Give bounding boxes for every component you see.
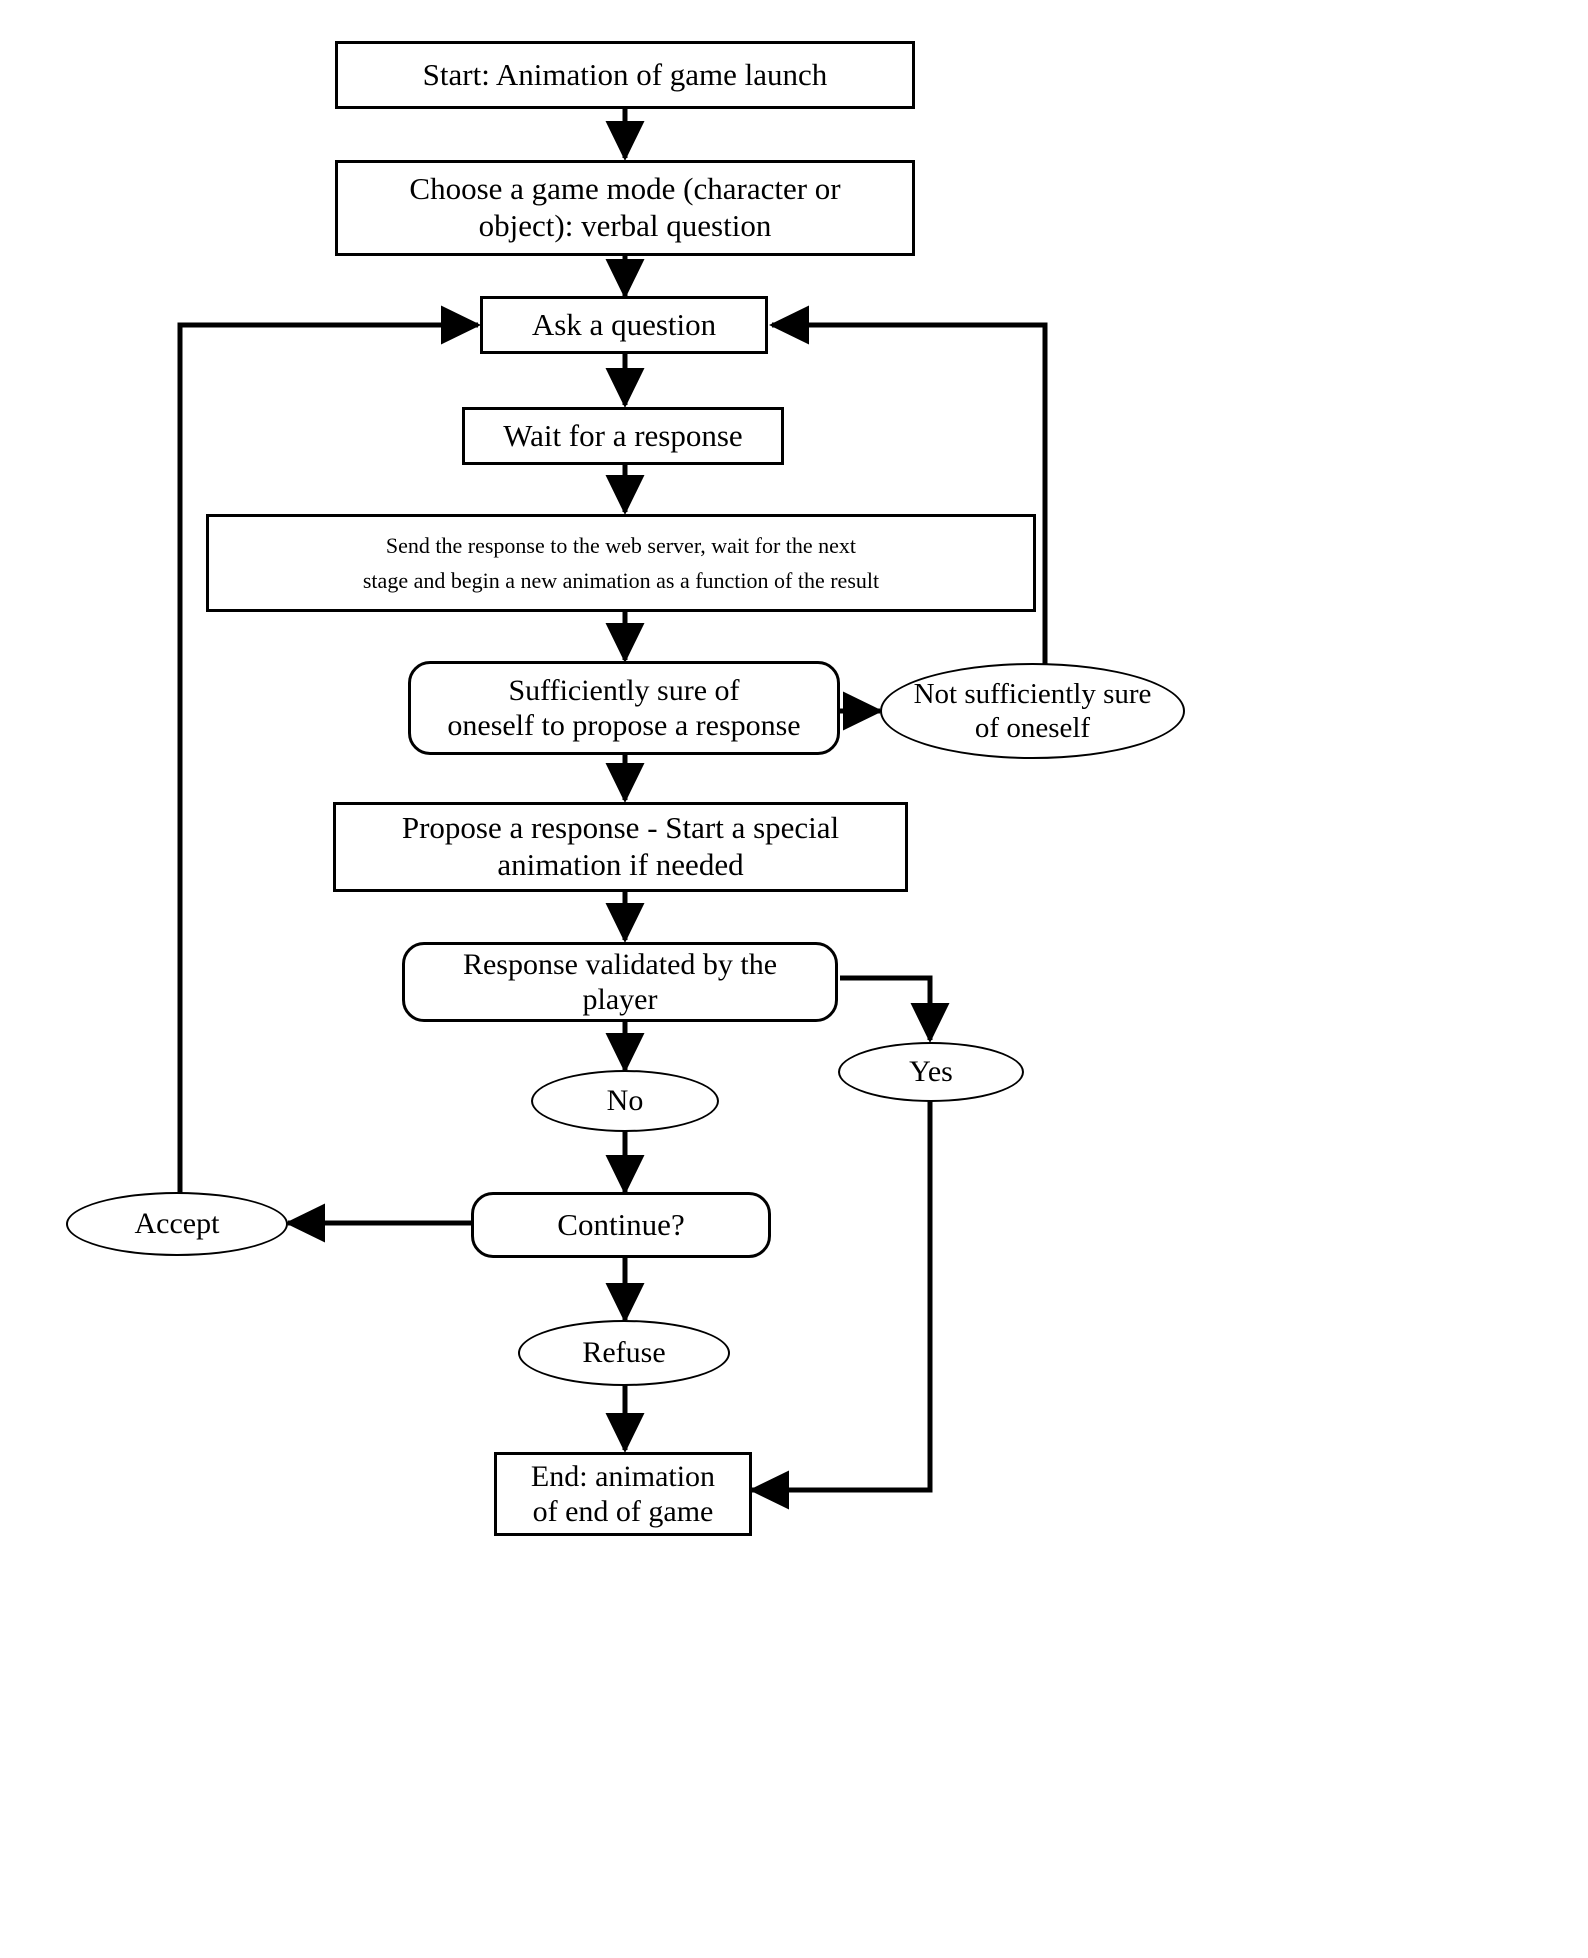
node-no[interactable]: No [531,1070,719,1132]
node-choose-game-mode-label: Choose a game mode (character or object)… [399,171,850,244]
node-not-sufficiently-sure-label: Not sufficiently sure of oneself [910,677,1156,745]
node-sufficiently-sure-line1: Sufficiently sure of [508,673,740,707]
node-response-validated-label: Response validated by the player [453,947,787,1018]
node-response-validated-line2: player [582,983,658,1016]
node-not-sufficiently-sure-line2: of oneself [974,712,1091,744]
node-propose-response-line2: animation if needed [497,847,744,882]
node-start[interactable]: Start: Animation of game launch [335,41,915,109]
flowchart-canvas: Start: Animation of game launch Choose a… [0,0,1588,1958]
node-end-label: End: animation of end of game [521,1459,725,1530]
node-wait-for-response[interactable]: Wait for a response [462,407,784,465]
node-propose-response[interactable]: Propose a response - Start a special ani… [333,802,908,892]
node-not-sufficiently-sure[interactable]: Not sufficiently sure of oneself [880,663,1185,759]
node-continue-label: Continue? [557,1206,685,1242]
node-send-response-line2: stage and begin a new animation as a fun… [362,567,880,593]
node-wait-for-response-label: Wait for a response [503,417,743,453]
edge-accept-to-ask [177,305,481,1196]
node-yes[interactable]: Yes [838,1042,1024,1102]
node-choose-game-mode[interactable]: Choose a game mode (character or object)… [335,160,915,256]
node-not-sufficiently-sure-line1: Not sufficiently sure [913,677,1152,710]
edge-validated-to-yes [840,975,950,1043]
edge-not-sure-to-ask [769,305,1048,665]
node-choose-game-mode-line1: Choose a game mode (character or [409,171,841,207]
edge-yes-to-end [749,1100,933,1510]
node-response-validated[interactable]: Response validated by the player [402,942,838,1022]
node-refuse-label: Refuse [582,1336,666,1370]
node-propose-response-label: Propose a response - Start a special ani… [392,810,849,883]
node-end[interactable]: End: animation of end of game [494,1452,752,1536]
node-sufficiently-sure-line2: oneself to propose a response [447,709,801,742]
node-choose-game-mode-line2: object): verbal question [478,208,772,243]
node-ask-a-question[interactable]: Ask a question [480,296,768,354]
node-end-line2: of end of game [532,1495,714,1528]
node-sufficiently-sure[interactable]: Sufficiently sure of oneself to propose … [408,661,840,755]
node-send-response[interactable]: Send the response to the web server, wai… [206,514,1036,612]
node-start-label: Start: Animation of game launch [422,56,828,92]
node-no-label: No [606,1084,644,1118]
node-send-response-line1: Send the response to the web server, wai… [385,532,857,558]
node-continue[interactable]: Continue? [471,1192,771,1258]
node-response-validated-line1: Response validated by the [462,947,778,981]
node-send-response-label: Send the response to the web server, wai… [353,533,889,594]
node-accept-label: Accept [134,1207,220,1241]
node-yes-label: Yes [909,1055,953,1089]
node-propose-response-line1: Propose a response - Start a special [401,810,840,846]
node-sufficiently-sure-label: Sufficiently sure of oneself to propose … [437,673,810,744]
node-accept[interactable]: Accept [66,1192,288,1256]
node-ask-a-question-label: Ask a question [531,306,717,342]
node-end-line1: End: animation [530,1459,716,1493]
node-refuse[interactable]: Refuse [518,1320,730,1386]
